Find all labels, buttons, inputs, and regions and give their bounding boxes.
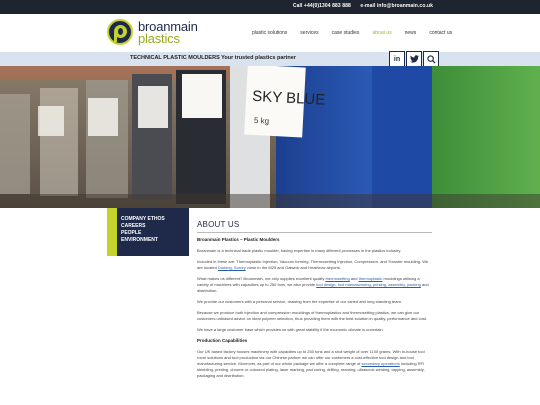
nav-case-studies[interactable]: case studies [332, 30, 360, 36]
email-address[interactable]: e-mail info@broanmain.co.uk [360, 3, 433, 9]
search-icon [426, 54, 436, 64]
linkedin-icon: in [393, 55, 401, 63]
brand-wordmark[interactable]: broanmain plastics [138, 20, 198, 45]
service-paragraph: We provide our customers with a personal… [197, 299, 402, 304]
tagline-strip: TECHNICAL PLASTIC MOULDERS Your trusted … [0, 52, 540, 66]
nav-about-us[interactable]: about us [372, 30, 391, 36]
advice-paragraph: Because we produce both injection and co… [197, 310, 428, 321]
nav-news[interactable]: news [405, 30, 417, 36]
sidebar-item-people[interactable]: PEOPLE [121, 230, 189, 237]
social-buttons: in [388, 51, 439, 67]
secondary-operations-link[interactable]: secondary operations [361, 361, 399, 366]
sidebar-item-careers[interactable]: CAREERS [121, 223, 189, 230]
search-button[interactable] [423, 51, 439, 67]
difference-text: What makes us different? Broanmain, not … [197, 276, 325, 281]
thermosetting-link[interactable]: thermosetting [325, 276, 349, 281]
contact-info: Call +44(0)1304 883 888 e-mail info@broa… [285, 3, 433, 9]
and-text: and [350, 276, 358, 281]
production-heading: Production Capabilities [197, 338, 248, 343]
nav-services[interactable]: services [300, 30, 318, 36]
sidebar-item-environment[interactable]: ENVIRONMENT [121, 237, 189, 244]
tooling-services-link[interactable]: tool design, tool manufacturing, printin… [316, 282, 421, 287]
twitter-bird-icon [409, 55, 419, 63]
sidebar-item-company-ethos[interactable]: COMPANY ETHOS [121, 216, 189, 223]
svg-text:5 kg: 5 kg [254, 116, 270, 126]
top-contact-bar: Call +44(0)1304 883 888 e-mail info@broa… [0, 0, 540, 14]
twitter-button[interactable] [406, 51, 422, 67]
page-title: ABOUT US [197, 221, 432, 233]
linkedin-button[interactable]: in [389, 51, 405, 67]
section-heading: Broanmain Plastics – Plastic Moulders [197, 237, 280, 242]
processes-paragraph: Included in these are: Thermoplastic Inj… [197, 259, 432, 271]
tagline: TECHNICAL PLASTIC MOULDERS Your trusted … [130, 55, 296, 61]
nav-plastic-solutions[interactable]: plastic solutions [252, 30, 287, 36]
main-content: ABOUT US Broanmain Plastics – Plastic Mo… [197, 221, 432, 384]
about-sidebar: COMPANY ETHOS CAREERS PEOPLE ENVIRONMENT [107, 208, 189, 256]
stability-paragraph: We have a large customer base which prov… [197, 327, 384, 332]
nav-contact-us[interactable]: contact us [429, 30, 452, 36]
logo-icon[interactable] [107, 19, 133, 45]
intro-paragraph: Broanmain is a technical trade plastic m… [197, 248, 402, 253]
location-link[interactable]: Dorking, Surrey [218, 265, 246, 270]
plastic-granule-jars-image: SKY BLUE 5 kg [0, 66, 540, 208]
hero-image: SKY BLUE 5 kg [0, 66, 540, 208]
main-nav: plastic solutions services case studies … [252, 30, 465, 36]
phone-number[interactable]: Call +44(0)1304 883 888 [293, 3, 351, 9]
thermoplastic-link[interactable]: thermoplastic [359, 276, 383, 281]
difference-paragraph: What makes us different? Broanmain, not … [197, 276, 432, 294]
production-paragraph: Our UK based factory houses machinery wi… [197, 349, 432, 379]
sidebar-accent-bar [107, 208, 117, 256]
site-header: broanmain plastics plastic solutions ser… [0, 14, 540, 52]
location-text: close to the M25 and Gatwick and Heathro… [246, 265, 341, 270]
